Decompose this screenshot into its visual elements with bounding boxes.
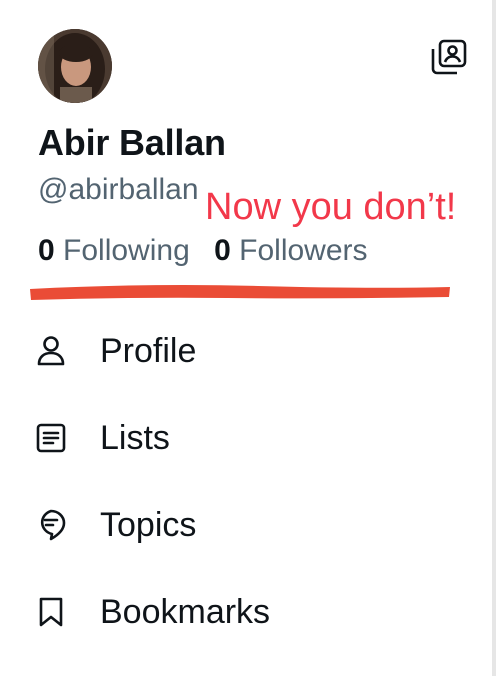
followers-link[interactable]: 0 Followers	[214, 234, 367, 268]
nav-label-topics: Topics	[100, 505, 197, 544]
redaction-strike	[30, 285, 450, 300]
topics-icon	[34, 508, 68, 542]
following-count: 0	[38, 234, 55, 267]
nav-label-profile: Profile	[100, 331, 197, 370]
following-label: Following	[63, 234, 190, 267]
followers-count: 0	[214, 234, 231, 267]
nav-label-lists: Lists	[100, 418, 170, 457]
following-link[interactable]: 0 Following	[38, 234, 190, 268]
avatar-photo	[38, 29, 112, 103]
bookmark-icon	[34, 595, 68, 629]
annotation-text: Now you don’t!	[205, 186, 457, 228]
display-name[interactable]: Abir Ballan	[38, 122, 226, 164]
nav-label-bookmarks: Bookmarks	[100, 592, 271, 631]
nav-item-profile[interactable]: Profile	[34, 325, 474, 377]
person-icon	[34, 334, 68, 368]
nav-item-topics[interactable]: Topics	[34, 499, 474, 551]
account-switch-icon[interactable]	[430, 38, 468, 76]
list-icon	[34, 421, 68, 455]
right-edge-divider	[492, 0, 496, 676]
follow-stats: 0 Following 0 Followers	[38, 234, 368, 268]
avatar[interactable]	[38, 29, 112, 103]
nav-item-lists[interactable]: Lists	[34, 412, 474, 464]
nav-item-bookmarks[interactable]: Bookmarks	[34, 586, 474, 638]
followers-label: Followers	[239, 234, 368, 267]
user-handle: @abirballan	[38, 173, 199, 206]
